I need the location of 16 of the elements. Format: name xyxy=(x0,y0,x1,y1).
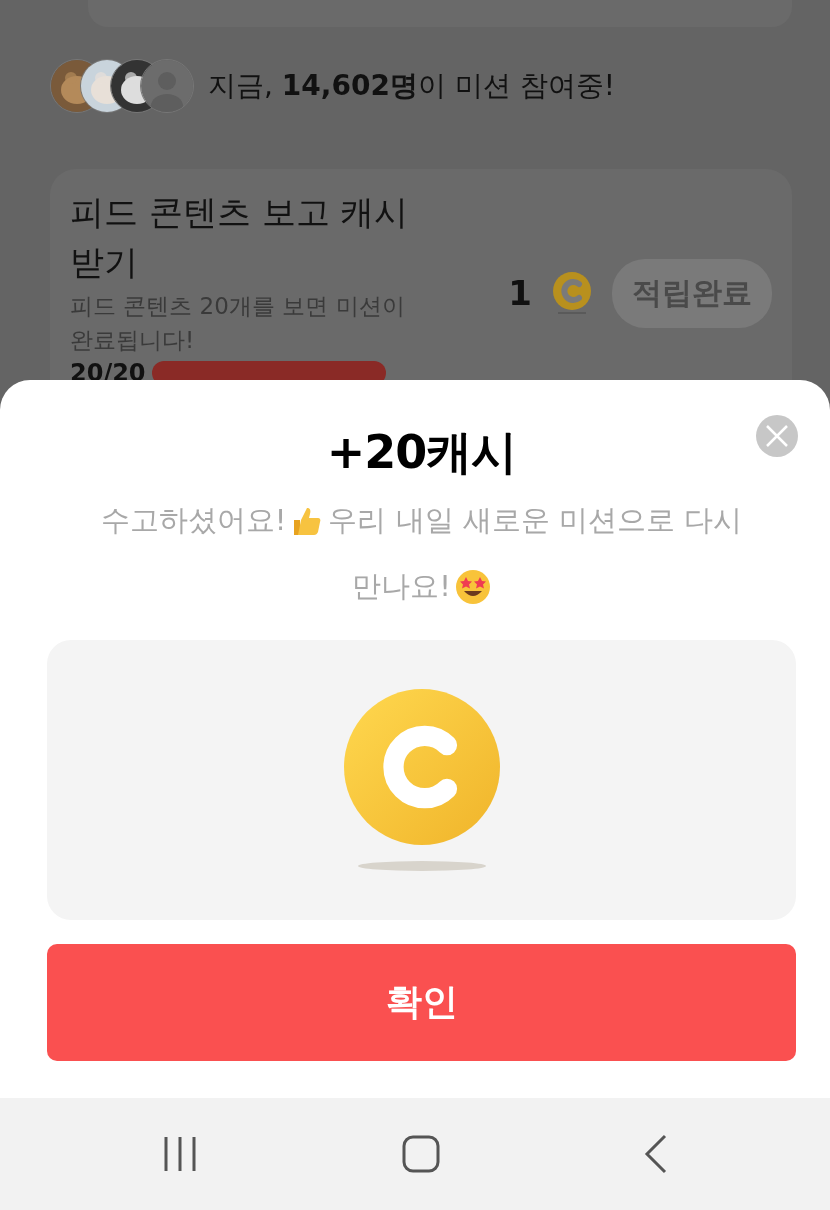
sheet-title: +20캐시 xyxy=(326,424,517,481)
recent-apps-icon[interactable] xyxy=(162,1135,198,1173)
message-text: 수고하셨어요! xyxy=(100,502,287,539)
close-icon xyxy=(765,424,789,448)
confirm-button[interactable]: 확인 xyxy=(47,944,796,1061)
mission-title: 피드 콘텐츠 보고 캐시 받기 xyxy=(70,191,410,284)
reward-amount: 1 xyxy=(508,273,532,313)
message-text: 우리 내일 새로운 미션으로 다시 xyxy=(328,502,743,539)
star-eyes-emoji-icon xyxy=(454,569,491,605)
participants-text: 지금, 14,602명이 미션 참여중! xyxy=(208,68,615,104)
message-text: 만나요! xyxy=(352,568,451,605)
home-icon[interactable] xyxy=(402,1135,440,1173)
coin-icon xyxy=(552,271,592,315)
coin-icon xyxy=(343,689,500,845)
avatar-icon xyxy=(140,59,194,113)
back-icon[interactable] xyxy=(644,1134,668,1174)
